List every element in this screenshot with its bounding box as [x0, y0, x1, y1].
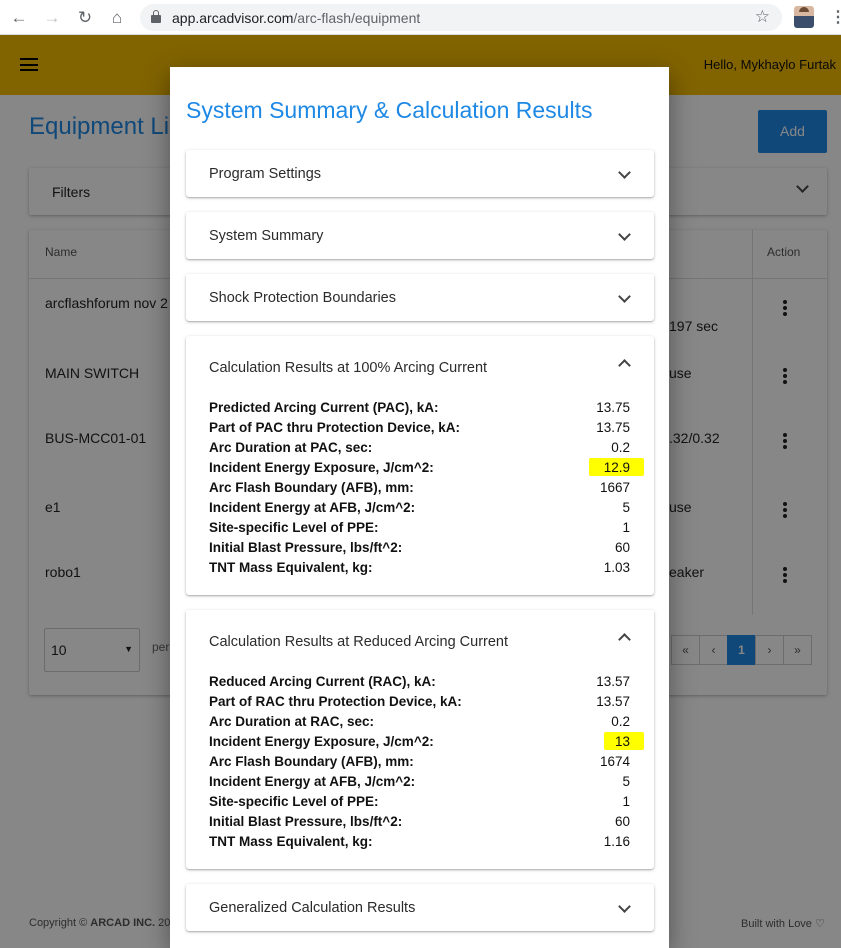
result-row: Arc Duration at RAC, sec: 0.2 — [209, 714, 630, 729]
panel-generalized-results[interactable]: Generalized Calculation Results — [186, 884, 654, 931]
result-row: Reduced Arcing Current (RAC), kA: 13.57 — [209, 674, 630, 689]
dialog-title: System Summary & Calculation Results — [186, 97, 593, 123]
chevron-down-icon — [618, 166, 631, 179]
chevron-down-icon — [618, 900, 631, 913]
lock-icon — [151, 10, 161, 24]
chevron-up-icon[interactable] — [618, 633, 631, 646]
chevron-up-icon[interactable] — [618, 359, 631, 372]
panel-title[interactable]: Calculation Results at Reduced Arcing Cu… — [209, 634, 508, 650]
result-row: Arc Flash Boundary (AFB), mm: 1674 — [209, 754, 630, 769]
panel-title: System Summary — [209, 228, 324, 244]
result-row: TNT Mass Equivalent, kg: 1.03 — [209, 560, 630, 575]
result-row: Incident Energy Exposure, J/cm^2: 12.9 — [209, 458, 644, 480]
result-row: Arc Duration at PAC, sec: 0.2 — [209, 440, 630, 455]
panel-shock-boundaries[interactable]: Shock Protection Boundaries — [186, 274, 654, 321]
panel-title: Generalized Calculation Results — [209, 900, 416, 916]
result-row: Initial Blast Pressure, lbs/ft^2: 60 — [209, 540, 630, 555]
result-row: Part of PAC thru Protection Device, kA: 1… — [209, 420, 630, 435]
summary-dialog: System Summary & Calculation Results Pro… — [170, 67, 669, 948]
reload-icon[interactable]: ↻ — [74, 7, 96, 29]
result-row: Site-specific Level of PPE: 1 — [209, 520, 630, 535]
panel-title: Shock Protection Boundaries — [209, 290, 396, 306]
result-row: Incident Energy at AFB, J/cm^2: 5 — [209, 774, 630, 789]
panel-title: Program Settings — [209, 166, 322, 182]
panel-title[interactable]: Calculation Results at 100% Arcing Curre… — [209, 360, 487, 376]
address-bar[interactable]: app.arcadvisor.com/arc-flash/equipment ☆ — [140, 4, 782, 31]
panel-program-settings[interactable]: Program Settings — [186, 150, 654, 197]
bookmark-star-icon[interactable]: ☆ — [755, 7, 770, 27]
chevron-down-icon — [618, 290, 631, 303]
result-row: Incident Energy Exposure, J/cm^2: 13 — [209, 732, 644, 754]
result-row: Initial Blast Pressure, lbs/ft^2: 60 — [209, 814, 630, 829]
browser-menu-icon[interactable]: ⋮ — [830, 7, 841, 27]
back-arrow-icon[interactable]: ← — [8, 7, 30, 29]
home-icon[interactable]: ⌂ — [106, 7, 128, 29]
forward-arrow-icon[interactable]: → — [41, 7, 63, 29]
chevron-down-icon — [618, 228, 631, 241]
result-row: Incident Energy at AFB, J/cm^2: 5 — [209, 500, 630, 515]
result-row: TNT Mass Equivalent, kg: 1.16 — [209, 834, 630, 849]
result-row: Part of RAC thru Protection Device, kA: 1… — [209, 694, 630, 709]
browser-toolbar: ← → ↻ ⌂ app.arcadvisor.com/arc-flash/equ… — [0, 0, 841, 35]
result-row: Predicted Arcing Current (PAC), kA: 13.75 — [209, 400, 630, 415]
panel-reduced-current-results: Calculation Results at Reduced Arcing Cu… — [186, 610, 654, 869]
panel-system-summary[interactable]: System Summary — [186, 212, 654, 259]
panel-full-current-results: Calculation Results at 100% Arcing Curre… — [186, 336, 654, 595]
url-text[interactable]: app.arcadvisor.com/arc-flash/equipment — [172, 10, 420, 26]
profile-avatar[interactable] — [794, 6, 814, 28]
result-row: Arc Flash Boundary (AFB), mm: 1667 — [209, 480, 630, 495]
result-row: Site-specific Level of PPE: 1 — [209, 794, 630, 809]
